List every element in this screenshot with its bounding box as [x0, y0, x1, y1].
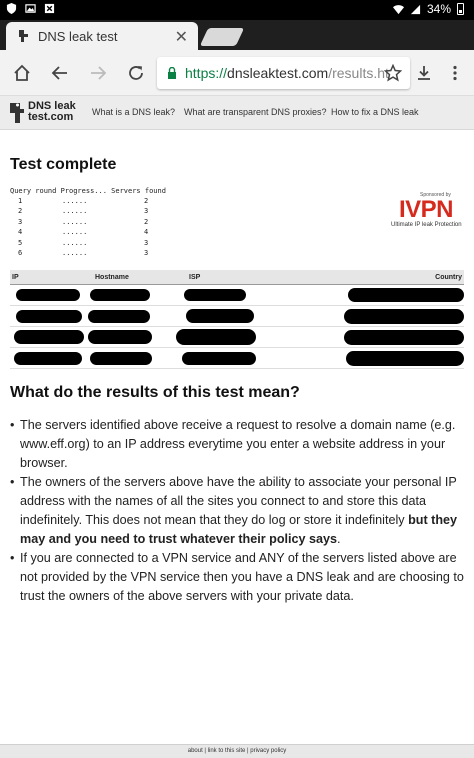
browser-tab[interactable]: DNS leak test ✕	[6, 22, 198, 50]
url-scheme: https://	[185, 65, 228, 81]
shield-icon	[6, 3, 17, 14]
redacted-country	[346, 351, 464, 366]
bookmark-button[interactable]	[382, 62, 404, 84]
redacted-hostname	[90, 352, 152, 365]
results-table-header: IP Hostname ISP Country	[10, 270, 464, 285]
redacted-hostname	[88, 330, 152, 344]
list-item: If you are connected to a VPN service an…	[10, 549, 464, 606]
redacted-hostname	[90, 289, 150, 301]
menu-button[interactable]	[444, 62, 466, 84]
wifi-icon	[392, 4, 404, 14]
site-favicon-icon	[19, 30, 28, 42]
results-explanation-list: The servers identified above receive a r…	[10, 416, 464, 606]
ivpn-logo: IVPN	[399, 196, 454, 223]
column-header-isp: ISP	[189, 274, 201, 281]
redacted-isp	[176, 329, 256, 345]
signal-icon	[410, 4, 421, 14]
table-row	[10, 348, 464, 369]
url-path: /results.ht	[328, 65, 389, 81]
progress-row: 2...... 3	[18, 207, 149, 216]
list-item: The servers identified above receive a r…	[10, 416, 464, 473]
status-bar: 34%	[0, 0, 474, 20]
page-footer[interactable]: about | link to this site | privacy poli…	[0, 744, 474, 758]
forward-button[interactable]	[87, 62, 109, 84]
back-arrow-icon	[51, 66, 67, 80]
home-button[interactable]	[11, 62, 33, 84]
redacted-isp	[186, 309, 254, 323]
redacted-isp	[182, 352, 256, 365]
close-notification-icon	[44, 3, 55, 14]
query-progress-table: Query round Progress... Servers found 1.…	[10, 187, 166, 259]
redacted-isp	[184, 289, 246, 301]
page-title: Test complete	[10, 156, 117, 173]
lock-icon	[168, 67, 176, 79]
browser-toolbar: https://dnsleaktest.com/results.ht	[0, 50, 474, 96]
reload-icon	[129, 66, 143, 80]
sponsor-banner[interactable]: Sponsored by IVPN Ultimate IP leak Prote…	[391, 192, 474, 232]
download-icon	[418, 66, 430, 80]
tab-strip: DNS leak test ✕	[0, 20, 474, 50]
home-icon	[14, 64, 30, 81]
redacted-hostname	[88, 310, 150, 323]
redacted-ip	[14, 352, 82, 365]
results-explanation-heading: What do the results of this test mean?	[10, 384, 300, 401]
nav-link-how-to-fix[interactable]: How to fix a DNS leak	[331, 107, 419, 117]
battery-percent: 34%	[426, 2, 451, 16]
list-item: The owners of the servers above have the…	[10, 473, 464, 549]
forward-arrow-icon	[91, 66, 107, 80]
faucet-logo-icon	[10, 103, 24, 123]
column-header-country: Country	[435, 274, 462, 281]
redacted-country	[348, 288, 464, 302]
redacted-ip	[16, 310, 82, 323]
site-logo[interactable]: DNS leak test.com	[8, 99, 78, 127]
star-icon	[384, 64, 402, 82]
redacted-ip	[16, 289, 80, 301]
address-bar[interactable]: https://dnsleaktest.com/results.ht	[157, 57, 410, 89]
redacted-country	[344, 330, 464, 345]
site-nav: DNS leak test.com What is a DNS leak? Wh…	[0, 96, 474, 130]
results-table: IP Hostname ISP Country	[10, 270, 464, 369]
progress-row: 6...... 3	[18, 248, 149, 257]
nav-link-what-is-dns-leak[interactable]: What is a DNS leak?	[92, 107, 175, 117]
sponsor-tagline: Ultimate IP leak Protection	[391, 222, 462, 228]
progress-row: 5...... 3	[18, 238, 149, 247]
tab-title: DNS leak test	[38, 28, 118, 44]
new-tab-button[interactable]	[199, 28, 245, 46]
progress-row: 3...... 2	[18, 217, 149, 226]
download-button[interactable]	[413, 62, 435, 84]
redacted-ip	[14, 330, 84, 344]
progress-row: 4...... 4	[18, 228, 149, 237]
url-host: dnsleaktest.com	[227, 65, 329, 81]
progress-row: 1...... 2	[18, 197, 149, 205]
redacted-country	[344, 309, 464, 324]
battery-icon	[457, 3, 464, 15]
reload-button[interactable]	[125, 62, 147, 84]
column-header-hostname: Hostname	[95, 274, 129, 281]
column-header-ip: IP	[12, 274, 19, 281]
progress-header: Query round Progress... Servers found	[10, 187, 166, 195]
logo-text: DNS leak test.com	[28, 100, 76, 123]
table-row	[10, 306, 464, 327]
table-row	[10, 327, 464, 348]
more-vert-icon	[453, 65, 457, 81]
back-button[interactable]	[49, 62, 71, 84]
nav-link-transparent-dns-proxies[interactable]: What are transparent DNS proxies?	[184, 107, 327, 117]
table-row	[10, 285, 464, 306]
close-tab-icon[interactable]: ✕	[175, 27, 188, 47]
photo-notification-icon	[25, 4, 36, 13]
